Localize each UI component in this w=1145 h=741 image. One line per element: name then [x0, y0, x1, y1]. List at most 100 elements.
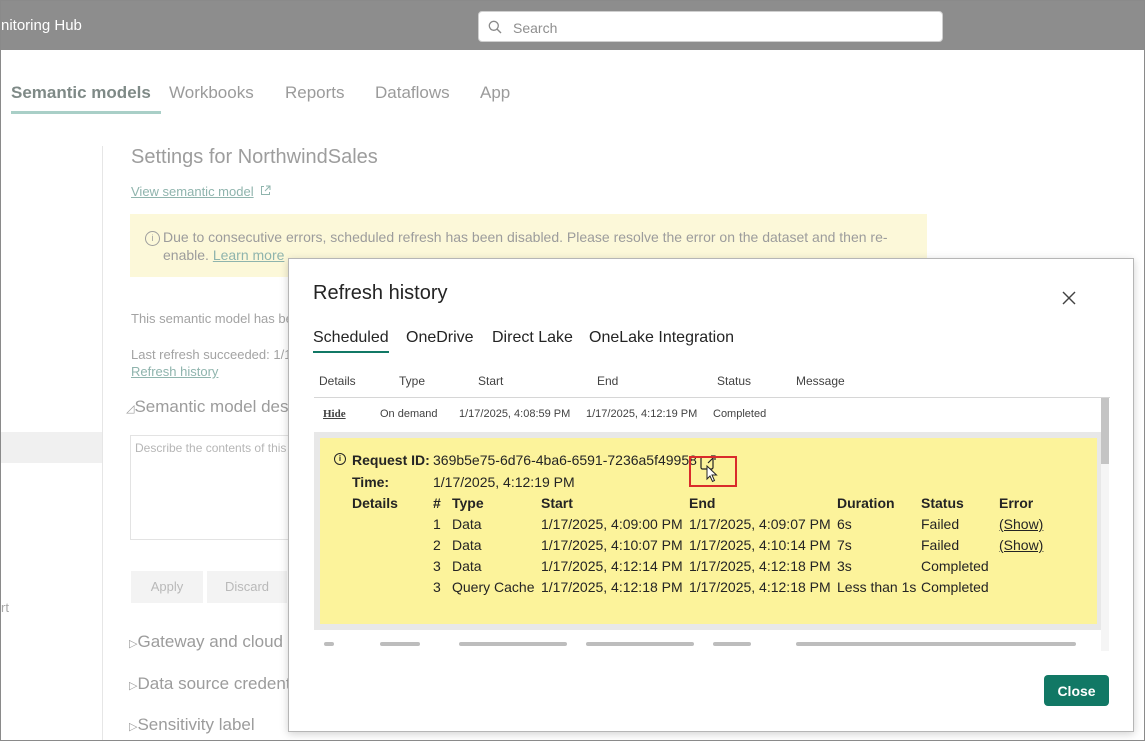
view-semantic-model-link[interactable]: View semantic model	[131, 184, 271, 199]
history-table-header: Details Type Start End Status Message	[314, 369, 1110, 398]
details-label: Details	[352, 495, 398, 511]
detail-row-duration: 7s	[837, 537, 852, 553]
detail-row-end: 1/17/2025, 4:10:14 PM	[689, 537, 831, 553]
column-header-type: Type	[399, 374, 426, 388]
left-panel-text-fragment: rt	[1, 600, 9, 615]
detail-row-end: 1/17/2025, 4:12:18 PM	[689, 579, 831, 595]
detail-row-number: 2	[433, 537, 441, 553]
left-panel-divider	[102, 146, 103, 740]
row-type: On demand	[380, 408, 438, 420]
detail-row-status: Completed	[921, 579, 989, 595]
detail-col-end: End	[689, 495, 716, 511]
request-id-value: 369b5e75-6d76-4ba6-6591-7236a5f49958	[433, 452, 697, 468]
close-button[interactable]: Close	[1044, 675, 1109, 706]
table-row: Hide On demand 1/17/2025, 4:08:59 PM 1/1…	[314, 398, 1101, 430]
close-icon[interactable]	[1059, 288, 1079, 308]
table-row-partially-hidden	[314, 636, 1101, 651]
history-table-body: Hide On demand 1/17/2025, 4:08:59 PM 1/1…	[314, 398, 1101, 651]
obscured-text	[459, 642, 567, 646]
detail-row-type: Data	[452, 558, 482, 574]
tab-dataflows[interactable]: Dataflows	[375, 83, 450, 103]
detail-row-status: Failed	[921, 516, 960, 532]
column-header-message: Message	[796, 374, 845, 388]
detail-row-type: Data	[452, 516, 482, 532]
detail-row-number: 3	[433, 558, 441, 574]
detail-row-start: 1/17/2025, 4:10:07 PM	[541, 537, 683, 553]
tab-onelake-integration[interactable]: OneLake Integration	[589, 329, 734, 347]
settings-title: Settings for NorthwindSales	[131, 146, 378, 168]
copy-icon[interactable]	[700, 454, 717, 471]
detail-row-start: 1/17/2025, 4:09:00 PM	[541, 516, 683, 532]
section-gateway[interactable]: ▷Gateway and cloud c	[129, 632, 296, 652]
refresh-detail-container: i Request ID: 369b5e75-6d76-4ba6-6591-72…	[314, 432, 1101, 630]
section-semantic-model-description[interactable]: ◿Semantic model des	[126, 397, 289, 417]
discard-button[interactable]: Discard	[207, 571, 287, 603]
show-error-link[interactable]: (Show)	[999, 537, 1043, 553]
description-placeholder: Describe the contents of this	[135, 441, 287, 455]
detail-row-number: 3	[433, 579, 441, 595]
detail-col-error: Error	[999, 495, 1034, 511]
detail-col-number: #	[433, 495, 441, 511]
time-value: 1/17/2025, 4:12:19 PM	[433, 474, 575, 490]
column-header-start: Start	[478, 374, 504, 388]
detail-col-duration: Duration	[837, 495, 895, 511]
show-error-link[interactable]: (Show)	[999, 516, 1043, 532]
detail-row-duration: Less than 1s	[837, 579, 917, 595]
detail-row-type: Data	[452, 537, 482, 553]
tab-app[interactable]: App	[480, 83, 510, 103]
left-panel-selected-item[interactable]	[1, 432, 102, 463]
search-icon	[488, 20, 502, 34]
detail-col-start: Start	[541, 495, 573, 511]
last-refresh-text: Last refresh succeeded: 1/17	[131, 347, 299, 362]
detail-row-end: 1/17/2025, 4:12:18 PM	[689, 558, 831, 574]
hide-details-link[interactable]: Hide	[323, 408, 346, 420]
apply-button[interactable]: Apply	[131, 571, 203, 603]
obscured-text	[796, 642, 1076, 646]
app-window: nitoring Hub Semantic models Workbooks R…	[0, 0, 1145, 741]
semantic-model-status-text: This semantic model has be	[131, 311, 293, 326]
tab-direct-lake[interactable]: Direct Lake	[492, 329, 573, 347]
dialog-title: Refresh history	[313, 282, 448, 304]
search-box[interactable]	[478, 11, 943, 42]
refresh-history-link[interactable]: Refresh history	[131, 364, 218, 379]
top-bar: nitoring Hub	[1, 1, 1144, 50]
row-end: 1/17/2025, 4:12:19 PM	[586, 408, 698, 420]
info-icon: i	[145, 231, 160, 246]
column-header-status: Status	[717, 374, 752, 388]
app-title: nitoring Hub	[1, 17, 82, 34]
detail-row-type: Query Cache	[452, 579, 535, 595]
detail-row-status: Failed	[921, 537, 960, 553]
tab-reports[interactable]: Reports	[285, 83, 345, 103]
section-data-source-credentials[interactable]: ▷Data source credent	[129, 674, 291, 694]
obscured-text	[713, 642, 751, 646]
time-label: Time:	[352, 474, 390, 490]
refresh-detail-panel: i Request ID: 369b5e75-6d76-4ba6-6591-72…	[320, 438, 1097, 624]
info-icon: i	[334, 453, 346, 465]
detail-row-start: 1/17/2025, 4:12:14 PM	[541, 558, 683, 574]
row-status: Completed	[713, 408, 767, 420]
tab-scheduled[interactable]: Scheduled	[313, 329, 389, 353]
request-id-label: Request ID:	[352, 452, 430, 468]
obscured-text	[324, 642, 334, 646]
view-semantic-model-label: View semantic model	[131, 184, 254, 199]
tab-semantic-models[interactable]: Semantic models	[11, 83, 161, 114]
detail-col-status: Status	[921, 495, 964, 511]
scrollbar-thumb[interactable]	[1101, 398, 1109, 464]
detail-row-end: 1/17/2025, 4:09:07 PM	[689, 516, 831, 532]
detail-row-duration: 6s	[837, 516, 852, 532]
detail-col-type: Type	[452, 495, 484, 511]
detail-row-status: Completed	[921, 558, 989, 574]
row-start: 1/17/2025, 4:08:59 PM	[459, 408, 571, 420]
column-header-details: Details	[319, 374, 356, 388]
search-input[interactable]	[511, 17, 935, 39]
refresh-history-dialog: Refresh history Scheduled OneDrive Direc…	[288, 258, 1134, 732]
obscured-text	[586, 642, 694, 646]
learn-more-link[interactable]: Learn more	[213, 247, 285, 263]
obscured-text	[380, 642, 420, 646]
tab-workbooks[interactable]: Workbooks	[169, 83, 254, 103]
column-header-end: End	[597, 374, 619, 388]
detail-row-start: 1/17/2025, 4:12:18 PM	[541, 579, 683, 595]
section-sensitivity-label[interactable]: ▷Sensitivity label	[129, 715, 255, 735]
detail-row-number: 1	[433, 516, 441, 532]
tab-onedrive[interactable]: OneDrive	[406, 329, 474, 347]
